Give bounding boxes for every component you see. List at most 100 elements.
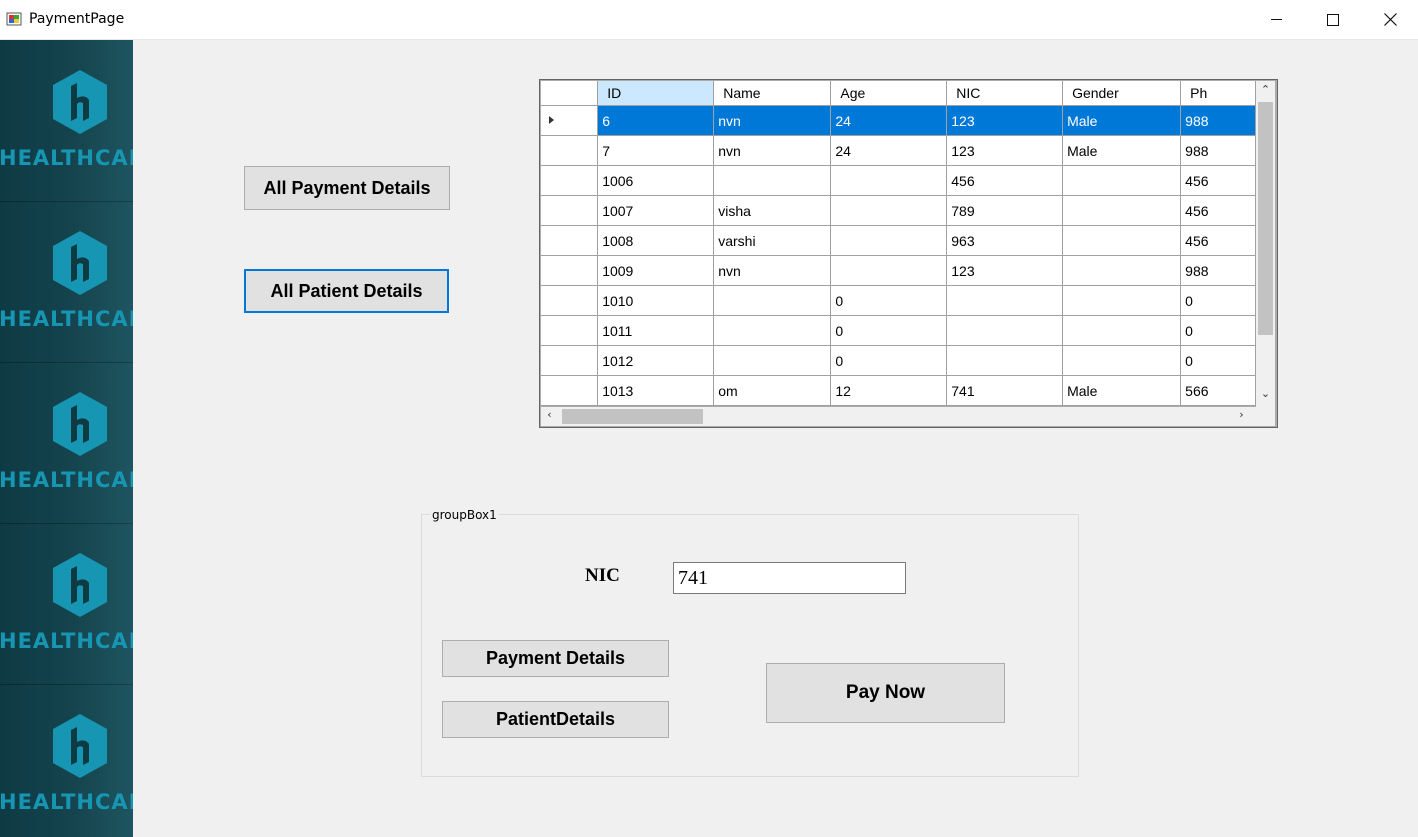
table-cell[interactable] <box>830 165 948 196</box>
table-row[interactable]: 1012 0 0 <box>541 345 1256 376</box>
table-cell[interactable] <box>830 255 948 286</box>
table-cell[interactable] <box>1062 345 1182 376</box>
table-row[interactable]: 1010 0 0 <box>541 285 1256 316</box>
table-cell[interactable]: nvn <box>713 105 832 136</box>
table-cell[interactable]: 123 <box>946 135 1064 166</box>
table-cell[interactable] <box>946 345 1064 376</box>
table-cell[interactable]: 123 <box>946 105 1064 136</box>
table-cell[interactable]: 0 <box>830 285 948 316</box>
table-cell[interactable]: 7 <box>597 135 715 166</box>
all-payment-details-button[interactable]: All Payment Details <box>244 166 450 210</box>
nic-input[interactable] <box>673 562 906 594</box>
row-header[interactable] <box>541 135 599 166</box>
table-cell[interactable]: 12 <box>830 375 948 406</box>
table-cell[interactable]: 988 <box>1180 135 1256 166</box>
scroll-right-icon[interactable]: › <box>1233 408 1250 421</box>
table-cell[interactable]: Male <box>1062 105 1182 136</box>
table-cell[interactable] <box>1062 255 1182 286</box>
table-cell[interactable]: 123 <box>946 255 1064 286</box>
table-row[interactable]: 7 nvn 24 123 Male 988 <box>541 135 1256 166</box>
table-cell[interactable]: 456 <box>1180 225 1256 256</box>
table-cell[interactable]: 963 <box>946 225 1064 256</box>
all-patient-details-button[interactable]: All Patient Details <box>244 269 449 313</box>
table-cell[interactable]: 1010 <box>597 285 715 316</box>
table-cell[interactable]: visha <box>713 195 832 226</box>
row-header[interactable] <box>541 195 599 226</box>
table-cell[interactable]: 0 <box>830 315 948 346</box>
close-button[interactable] <box>1361 0 1418 39</box>
horizontal-scrollbar[interactable]: ‹ › <box>541 407 1256 426</box>
table-row[interactable]: 1007 visha 789 456 <box>541 195 1256 226</box>
row-header[interactable] <box>541 105 599 136</box>
table-cell[interactable]: 1007 <box>597 195 715 226</box>
column-header[interactable]: Gender <box>1062 81 1182 106</box>
table-cell[interactable]: 0 <box>1180 285 1256 316</box>
table-cell[interactable]: Male <box>1062 135 1182 166</box>
table-cell[interactable]: nvn <box>713 135 832 166</box>
table-cell[interactable]: 1006 <box>597 165 715 196</box>
table-cell[interactable]: Male <box>1062 375 1182 406</box>
table-row[interactable]: 1011 0 0 <box>541 315 1256 346</box>
table-cell[interactable]: 1009 <box>597 255 715 286</box>
table-cell[interactable]: 988 <box>1180 255 1256 286</box>
row-header[interactable] <box>541 375 599 406</box>
horizontal-scroll-thumb[interactable] <box>562 409 703 424</box>
row-header[interactable] <box>541 345 599 376</box>
table-row[interactable]: 1009 nvn 123 988 <box>541 255 1256 286</box>
patient-details-button[interactable]: PatientDetails <box>442 701 669 738</box>
row-header[interactable] <box>541 315 599 346</box>
vertical-scroll-thumb[interactable] <box>1258 102 1273 335</box>
table-cell[interactable]: 741 <box>946 375 1064 406</box>
vertical-scrollbar[interactable]: ⌃ ⌄ <box>1256 81 1275 407</box>
row-header[interactable] <box>541 225 599 256</box>
column-header[interactable]: Name <box>713 81 832 106</box>
table-cell[interactable] <box>1062 165 1182 196</box>
scroll-left-icon[interactable]: ‹ <box>541 408 558 421</box>
table-cell[interactable]: 24 <box>830 135 948 166</box>
table-cell[interactable] <box>713 315 832 346</box>
maximize-button[interactable] <box>1304 0 1362 39</box>
table-cell[interactable]: 1008 <box>597 225 715 256</box>
table-cell[interactable]: 1011 <box>597 315 715 346</box>
table-cell[interactable]: 1012 <box>597 345 715 376</box>
table-cell[interactable] <box>830 195 948 226</box>
table-cell[interactable]: 0 <box>1180 315 1256 346</box>
table-cell[interactable]: 789 <box>946 195 1064 226</box>
table-row[interactable]: 1008 varshi 963 456 <box>541 225 1256 256</box>
minimize-button[interactable] <box>1247 0 1305 39</box>
table-cell[interactable]: 456 <box>1180 195 1256 226</box>
table-cell[interactable]: 1013 <box>597 375 715 406</box>
table-cell[interactable]: 988 <box>1180 105 1256 136</box>
payment-details-button[interactable]: Payment Details <box>442 640 669 677</box>
table-cell[interactable] <box>713 165 832 196</box>
table-cell[interactable]: 566 <box>1180 375 1256 406</box>
table-cell[interactable] <box>1062 225 1182 256</box>
table-cell[interactable] <box>830 225 948 256</box>
column-header[interactable]: ID <box>597 81 715 106</box>
table-cell[interactable]: 6 <box>597 105 715 136</box>
table-cell[interactable] <box>713 285 832 316</box>
table-cell[interactable] <box>946 315 1064 346</box>
table-cell[interactable]: 456 <box>946 165 1064 196</box>
table-cell[interactable]: 24 <box>830 105 948 136</box>
table-cell[interactable] <box>1062 285 1182 316</box>
row-header[interactable] <box>541 285 599 316</box>
pay-now-button[interactable]: Pay Now <box>766 663 1005 723</box>
column-header[interactable]: Age <box>830 81 948 106</box>
scroll-down-icon[interactable]: ⌄ <box>1257 387 1274 400</box>
scroll-up-icon[interactable]: ⌃ <box>1257 83 1274 96</box>
table-cell[interactable] <box>713 345 832 376</box>
table-cell[interactable] <box>1062 315 1182 346</box>
table-cell[interactable]: 456 <box>1180 165 1256 196</box>
column-header[interactable]: Ph <box>1180 81 1256 106</box>
column-header[interactable]: NIC <box>946 81 1064 106</box>
row-header[interactable] <box>541 255 599 286</box>
table-cell[interactable] <box>946 285 1064 316</box>
table-cell[interactable]: 0 <box>830 345 948 376</box>
data-grid[interactable]: ID Name Age NIC Gender Ph 6 nvn 24 123 Male 9… <box>539 79 1278 428</box>
table-cell[interactable]: varshi <box>713 225 832 256</box>
table-cell[interactable]: nvn <box>713 255 832 286</box>
table-row[interactable]: 6 nvn 24 123 Male 988 <box>541 105 1256 136</box>
table-cell[interactable] <box>1062 195 1182 226</box>
table-row[interactable]: 1006 456 456 <box>541 165 1256 196</box>
